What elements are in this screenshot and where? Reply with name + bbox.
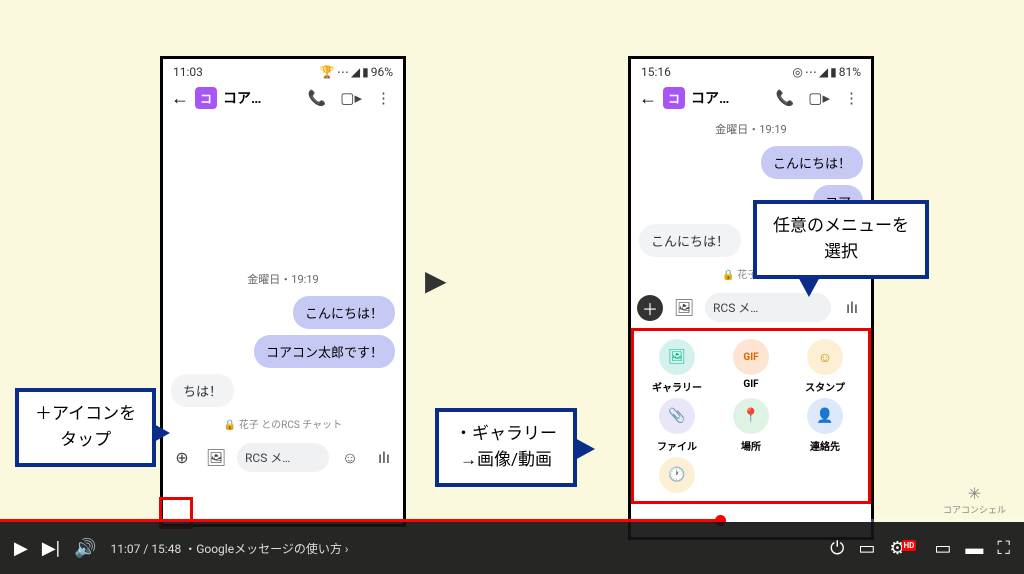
call-icon[interactable]: 📞 [776, 89, 795, 107]
location-button[interactable]: 📍場所 [714, 398, 788, 453]
rcs-status: 🔒 花子 とのRCS チャット [163, 410, 403, 437]
video-controls: ▶ ▶| 🔊 11:07 / 15:48 ・Googleメッセージの使い方 › … [0, 522, 1024, 574]
contact-avatar[interactable]: コ [663, 87, 685, 109]
composer: ⊕ 🖼 RCS メ… ☺ ılı [163, 437, 403, 478]
message-timestamp: 金曜日・19:19 [631, 121, 871, 137]
message-input[interactable]: RCS メ… [237, 443, 329, 472]
fullscreen-icon[interactable]: ⛶ [997, 538, 1010, 559]
settings-icon[interactable]: ⚙HD [889, 538, 920, 559]
callout-plus: ＋アイコンを タップ [15, 388, 156, 467]
phone-left: 11:03 🏆 ⋯ ◢ ▮ 96% ← コ コア… 📞 ▢▸ ⋮ 金曜日・19:… [160, 56, 406, 527]
gif-button[interactable]: GIFGIF [714, 339, 788, 394]
gallery-icon[interactable]: 🖼 [671, 295, 697, 321]
message-input[interactable]: RCS メ… [705, 293, 831, 322]
sent-message[interactable]: こんにちは！ [293, 296, 395, 329]
emoji-icon[interactable]: ☺ [337, 445, 363, 471]
file-button[interactable]: 📎ファイル [640, 398, 714, 453]
sent-message[interactable]: こんにちは！ [761, 146, 863, 179]
contact-button[interactable]: 👤連絡先 [788, 398, 862, 453]
callout-gallery: ・ギャラリー →画像/動画 [435, 408, 577, 487]
received-message[interactable]: こんにちは！ [639, 224, 741, 257]
status-time: 15:16 [641, 65, 671, 79]
mic-icon[interactable]: ılı [371, 445, 397, 471]
status-icon: ◎ [792, 65, 802, 79]
next-icon[interactable]: ▶| [42, 538, 60, 559]
received-message[interactable]: ちは！ [171, 374, 234, 407]
composer: ＋ 🖼 RCS メ… ılı [631, 287, 871, 328]
attachment-grid: 🖼ギャラリー GIFGIF ☺スタンプ 📎ファイル 📍場所 👤連絡先 🕐 [631, 328, 871, 504]
more-icon[interactable]: ⋮ [844, 89, 859, 107]
plus-icon[interactable]: ＋ [637, 295, 663, 321]
message-timestamp: 金曜日・19:19 [163, 271, 403, 287]
callout-menu: 任意のメニューを 選択 [753, 200, 929, 279]
autoplay-icon[interactable]: ⏻ [830, 538, 844, 559]
play-icon[interactable]: ▶ [14, 538, 28, 559]
volume-icon[interactable]: 🔊 [74, 538, 96, 559]
video-icon[interactable]: ▢▸ [340, 89, 362, 107]
subtitles-icon[interactable]: ▭ [858, 538, 875, 559]
miniplayer-icon[interactable]: ▭ [934, 538, 951, 559]
status-bar: 11:03 🏆 ⋯ ◢ ▮ 96% [163, 59, 403, 81]
contact-name[interactable]: コア… [223, 88, 298, 108]
battery-icon: ▮ [830, 65, 837, 79]
status-time: 11:03 [173, 65, 203, 79]
channel-logo: ✳ コアコンシェル [943, 484, 1006, 516]
phone-right: 15:16 ◎ ⋯ ◢ ▮ 81% ← コ コア… 📞 ▢▸ ⋮ 金曜日・19:… [628, 56, 874, 540]
theater-icon[interactable]: ▬ [965, 538, 983, 559]
more-icon[interactable]: ⋮ [376, 89, 391, 107]
mic-icon[interactable]: ılı [839, 295, 865, 321]
trophy-icon: 🏆 [320, 65, 335, 79]
arrow-icon: ▶ [425, 264, 447, 297]
battery-icon: ▮ [362, 65, 369, 79]
wifi-off-icon: ⋯ [805, 65, 817, 79]
battery-pct: 81% [839, 65, 861, 79]
call-icon[interactable]: 📞 [308, 89, 327, 107]
wifi-off-icon: ⋯ [337, 65, 349, 79]
contact-name[interactable]: コア… [691, 88, 766, 108]
gallery-button[interactable]: 🖼ギャラリー [640, 339, 714, 394]
app-bar: ← コ コア… 📞 ▢▸ ⋮ [631, 81, 871, 115]
plus-icon[interactable]: ⊕ [169, 445, 195, 471]
schedule-button[interactable]: 🕐 [640, 457, 714, 493]
app-bar: ← コ コア… 📞 ▢▸ ⋮ [163, 81, 403, 115]
contact-avatar[interactable]: コ [195, 87, 217, 109]
back-icon[interactable]: ← [171, 88, 189, 109]
status-bar: 15:16 ◎ ⋯ ◢ ▮ 81% [631, 59, 871, 81]
stamp-button[interactable]: ☺スタンプ [788, 339, 862, 394]
signal-icon: ◢ [819, 65, 828, 79]
battery-pct: 96% [371, 65, 393, 79]
back-icon[interactable]: ← [639, 88, 657, 109]
video-icon[interactable]: ▢▸ [808, 89, 830, 107]
gallery-icon[interactable]: 🖼 [203, 445, 229, 471]
signal-icon: ◢ [351, 65, 360, 79]
video-time: 11:07 / 15:48 ・Googleメッセージの使い方 › [111, 540, 349, 557]
sent-message[interactable]: コアコン太郎です！ [254, 335, 395, 368]
